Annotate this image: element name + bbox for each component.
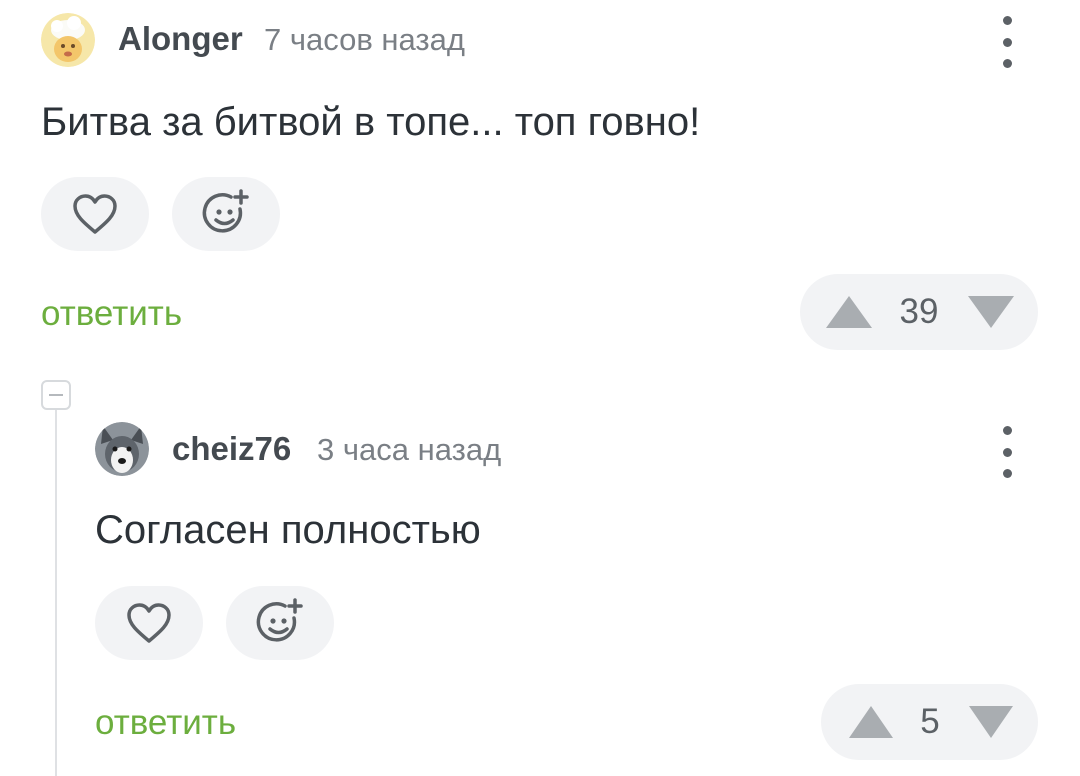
rating-count: 39 [899, 292, 939, 331]
like-button[interactable] [41, 177, 149, 251]
minus-icon [49, 394, 63, 396]
thread-line [55, 408, 57, 776]
comment-text: Битва за битвой в топе... топ говно! [41, 100, 701, 144]
rating-control: 39 [800, 274, 1038, 350]
more-options-button[interactable] [993, 426, 1021, 478]
upvote-icon[interactable] [824, 294, 874, 330]
collapse-thread-button[interactable] [41, 380, 71, 410]
user-avatar[interactable] [41, 13, 95, 67]
add-emoji-icon [202, 189, 249, 233]
heart-icon [73, 194, 117, 234]
cartoon-avatar-icon [41, 13, 95, 67]
add-reaction-button[interactable] [226, 586, 334, 660]
add-emoji-icon [256, 598, 303, 642]
dot-icon [1002, 426, 1012, 435]
like-button[interactable] [95, 586, 203, 660]
dot-icon [1002, 37, 1012, 47]
reply-link[interactable]: ответить [41, 294, 182, 334]
username[interactable]: Alonger [118, 20, 243, 58]
rating-count: 5 [920, 702, 940, 741]
heart-icon [127, 603, 171, 643]
add-reaction-button[interactable] [172, 177, 280, 251]
dot-icon [1002, 447, 1012, 457]
comment-text: Согласен полностью [95, 508, 481, 552]
dot-icon [1002, 469, 1012, 478]
reply-link[interactable]: ответить [95, 703, 236, 743]
more-options-button[interactable] [993, 16, 1021, 68]
user-avatar[interactable] [95, 422, 149, 476]
username[interactable]: cheiz76 [172, 430, 291, 468]
comment-timestamp: 7 часов назад [264, 22, 465, 57]
comments-page: Alonger 7 часов назад Битва за битвой в … [0, 0, 1080, 776]
comment-timestamp: 3 часа назад [317, 432, 502, 467]
upvote-icon[interactable] [847, 704, 895, 740]
downvote-icon[interactable] [966, 294, 1016, 330]
rating-control: 5 [821, 684, 1038, 760]
downvote-icon[interactable] [967, 704, 1015, 740]
dot-icon [1002, 16, 1012, 25]
dot-icon [1002, 59, 1012, 68]
husky-avatar-icon [95, 422, 149, 476]
